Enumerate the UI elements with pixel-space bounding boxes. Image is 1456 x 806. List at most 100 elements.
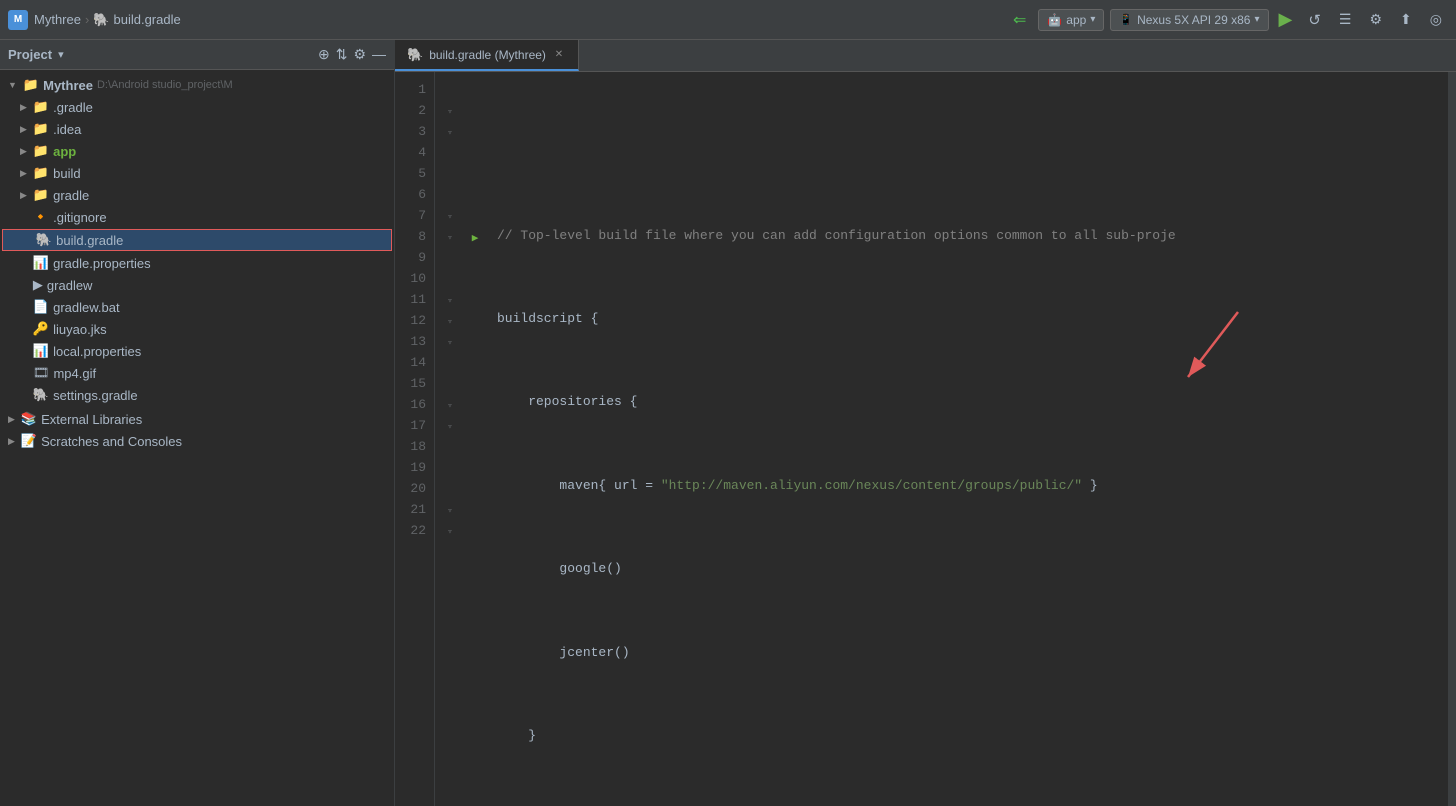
gear-icon[interactable]: ⚙ bbox=[353, 46, 366, 63]
gutter-14 bbox=[435, 353, 465, 374]
tab-close-button[interactable]: ✕ bbox=[552, 48, 566, 62]
gutter-1 bbox=[435, 80, 465, 101]
gradlew-bat-label: gradlew.bat bbox=[53, 300, 120, 315]
gutter-7[interactable]: ▿ bbox=[435, 206, 465, 227]
breadcrumb-file[interactable]: build.gradle bbox=[114, 12, 181, 27]
ind-5 bbox=[465, 164, 485, 185]
line-1-text: // Top-level build file where you can ad… bbox=[497, 226, 1176, 247]
gutter-5 bbox=[435, 164, 465, 185]
sidebar-item-build[interactable]: ▶ 📁 build bbox=[0, 162, 394, 184]
device-dropdown[interactable]: 📱 Nexus 5X API 29 x86 ▾ bbox=[1110, 9, 1268, 31]
gutter-13[interactable]: ▿ bbox=[435, 332, 465, 353]
vcs-button[interactable]: ⬆ bbox=[1394, 7, 1418, 32]
ind-10 bbox=[465, 269, 485, 290]
liuyao-label: liuyao.jks bbox=[53, 322, 106, 337]
sidebar-item-local-properties[interactable]: ▶ 📊 local.properties bbox=[0, 340, 394, 362]
vcs-update-button[interactable]: ⇐ bbox=[1007, 6, 1032, 34]
sidebar-item-gitignore[interactable]: ▶ 🔸 .gitignore bbox=[0, 206, 394, 228]
sync-icon[interactable]: ⇅ bbox=[336, 46, 348, 63]
vertical-scrollbar[interactable] bbox=[1448, 72, 1456, 806]
build-gradle-label: build.gradle bbox=[56, 233, 123, 248]
gradle-hidden-label: .gradle bbox=[53, 100, 93, 115]
sidebar-header: Project ▾ ⊕ ⇅ ⚙ — bbox=[0, 40, 394, 70]
code-line-4: maven{ url = "http://maven.aliyun.com/ne… bbox=[497, 476, 1436, 497]
mythree-path: D:\Android studio_project\M bbox=[97, 79, 233, 91]
line-2-text: buildscript { bbox=[497, 309, 598, 330]
gradlew-label: gradlew bbox=[47, 278, 93, 293]
sidebar-tree: ▼ 📁 Mythree D:\Android studio_project\M … bbox=[0, 70, 394, 806]
gutter-8[interactable]: ▿ bbox=[435, 227, 465, 248]
sidebar-item-mythree[interactable]: ▼ 📁 Mythree D:\Android studio_project\M bbox=[0, 74, 394, 96]
gutter-4 bbox=[435, 143, 465, 164]
gutter-12[interactable]: ▿ bbox=[435, 311, 465, 332]
folder-icon-gradle-hidden: 📁 bbox=[33, 99, 49, 115]
sidebar-item-external-libs[interactable]: ▶ 📚 External Libraries bbox=[0, 408, 394, 430]
expand-arrow-idea: ▶ bbox=[20, 124, 27, 135]
chevron-down-icon: ▾ bbox=[1090, 14, 1095, 25]
expand-arrow-mythree: ▼ bbox=[8, 80, 17, 90]
sidebar-header-icons: ⊕ ⇅ ⚙ — bbox=[318, 46, 386, 63]
settings-gradle-label: settings.gradle bbox=[53, 388, 138, 403]
sidebar-item-app[interactable]: ▶ 📁 app bbox=[0, 140, 394, 162]
sidebar-item-liuyao[interactable]: ▶ 🔑 liuyao.jks bbox=[0, 318, 394, 340]
fold-gutter: ▿ ▿ ▿ ▿ ▿ ▿ ▿ ▿ ▿ ▿ ▿ bbox=[435, 72, 465, 806]
extra-button[interactable]: ◎ bbox=[1424, 7, 1448, 32]
gutter-2[interactable]: ▿ bbox=[435, 101, 465, 122]
sidebar-item-scratches[interactable]: ▶ 📝 Scratches and Consoles bbox=[0, 430, 394, 452]
run-line-indicator[interactable]: ▶ bbox=[472, 231, 479, 245]
sidebar-title: Project bbox=[8, 47, 52, 62]
sidebar-item-gradlew[interactable]: ▶ ▶ gradlew bbox=[0, 274, 394, 296]
line-3-text: repositories { bbox=[497, 392, 637, 413]
ind-19 bbox=[465, 458, 485, 479]
code-content[interactable]: // Top-level build file where you can ad… bbox=[485, 72, 1448, 806]
gradlew-bat-icon: 📄 bbox=[33, 299, 49, 315]
sidebar-item-gradle[interactable]: ▶ 📁 gradle bbox=[0, 184, 394, 206]
run-button[interactable]: ▶ bbox=[1275, 7, 1297, 32]
gradle-properties-label: gradle.properties bbox=[53, 256, 151, 271]
sidebar-item-gradle-properties[interactable]: ▶ 📊 gradle.properties bbox=[0, 252, 394, 274]
sidebar-item-idea[interactable]: ▶ 📁 .idea bbox=[0, 118, 394, 140]
ind-8[interactable]: ▶ bbox=[465, 227, 485, 248]
chevron-down-icon-sidebar[interactable]: ▾ bbox=[58, 48, 64, 61]
tab-label: build.gradle (Mythree) bbox=[429, 48, 546, 62]
breadcrumb-project[interactable]: Mythree bbox=[34, 12, 81, 27]
tab-gradle-icon: 🐘 bbox=[407, 47, 423, 63]
android-icon: 🤖 bbox=[1047, 13, 1062, 27]
gutter-11[interactable]: ▿ bbox=[435, 290, 465, 311]
gutter-22[interactable]: ▿ bbox=[435, 521, 465, 542]
app-configuration-dropdown[interactable]: 🤖 app ▾ bbox=[1038, 9, 1104, 31]
ind-15 bbox=[465, 374, 485, 395]
sidebar-item-gradlew-bat[interactable]: ▶ 📄 gradlew.bat bbox=[0, 296, 394, 318]
sidebar-item-gradle-hidden[interactable]: ▶ 📁 .gradle bbox=[0, 96, 394, 118]
ind-17 bbox=[465, 416, 485, 437]
app-logo: M bbox=[8, 10, 28, 30]
tab-build-gradle[interactable]: 🐘 build.gradle (Mythree) ✕ bbox=[395, 40, 579, 71]
add-icon[interactable]: ⊕ bbox=[318, 46, 330, 63]
gradlew-icon: ▶ bbox=[33, 277, 43, 293]
refresh-button[interactable]: ↺ bbox=[1302, 7, 1327, 33]
ind-3 bbox=[465, 122, 485, 143]
gutter-6 bbox=[435, 185, 465, 206]
code-line-3: repositories { bbox=[497, 392, 1436, 413]
gutter-16[interactable]: ▿ bbox=[435, 395, 465, 416]
chevron-down-icon-2: ▾ bbox=[1254, 14, 1259, 25]
ind-13 bbox=[465, 332, 485, 353]
expand-arrow-build: ▶ bbox=[20, 168, 27, 179]
gutter-3[interactable]: ▿ bbox=[435, 122, 465, 143]
minimize-icon[interactable]: — bbox=[372, 46, 386, 63]
gitignore-label: .gitignore bbox=[53, 210, 106, 225]
device-label: Nexus 5X API 29 x86 bbox=[1137, 13, 1250, 27]
ind-9 bbox=[465, 248, 485, 269]
settings-button[interactable]: ⚙ bbox=[1363, 7, 1388, 32]
code-editor[interactable]: 1 2 3 4 5 6 7 8 9 10 11 12 13 14 15 16 1… bbox=[395, 72, 1456, 806]
idea-label: .idea bbox=[53, 122, 81, 137]
local-properties-label: local.properties bbox=[53, 344, 141, 359]
gutter-17[interactable]: ▿ bbox=[435, 416, 465, 437]
sidebar-item-settings-gradle[interactable]: ▶ 🐘 settings.gradle bbox=[0, 384, 394, 406]
sidebar-item-build-gradle[interactable]: ▶ 🐘 build.gradle bbox=[2, 229, 392, 251]
ind-11 bbox=[465, 290, 485, 311]
gradle-projects-button[interactable]: ☰ bbox=[1333, 7, 1358, 32]
gutter-21[interactable]: ▿ bbox=[435, 500, 465, 521]
sidebar-item-mp4gif[interactable]: ▶ 🎞 mp4.gif bbox=[0, 362, 394, 384]
gutter-10 bbox=[435, 269, 465, 290]
